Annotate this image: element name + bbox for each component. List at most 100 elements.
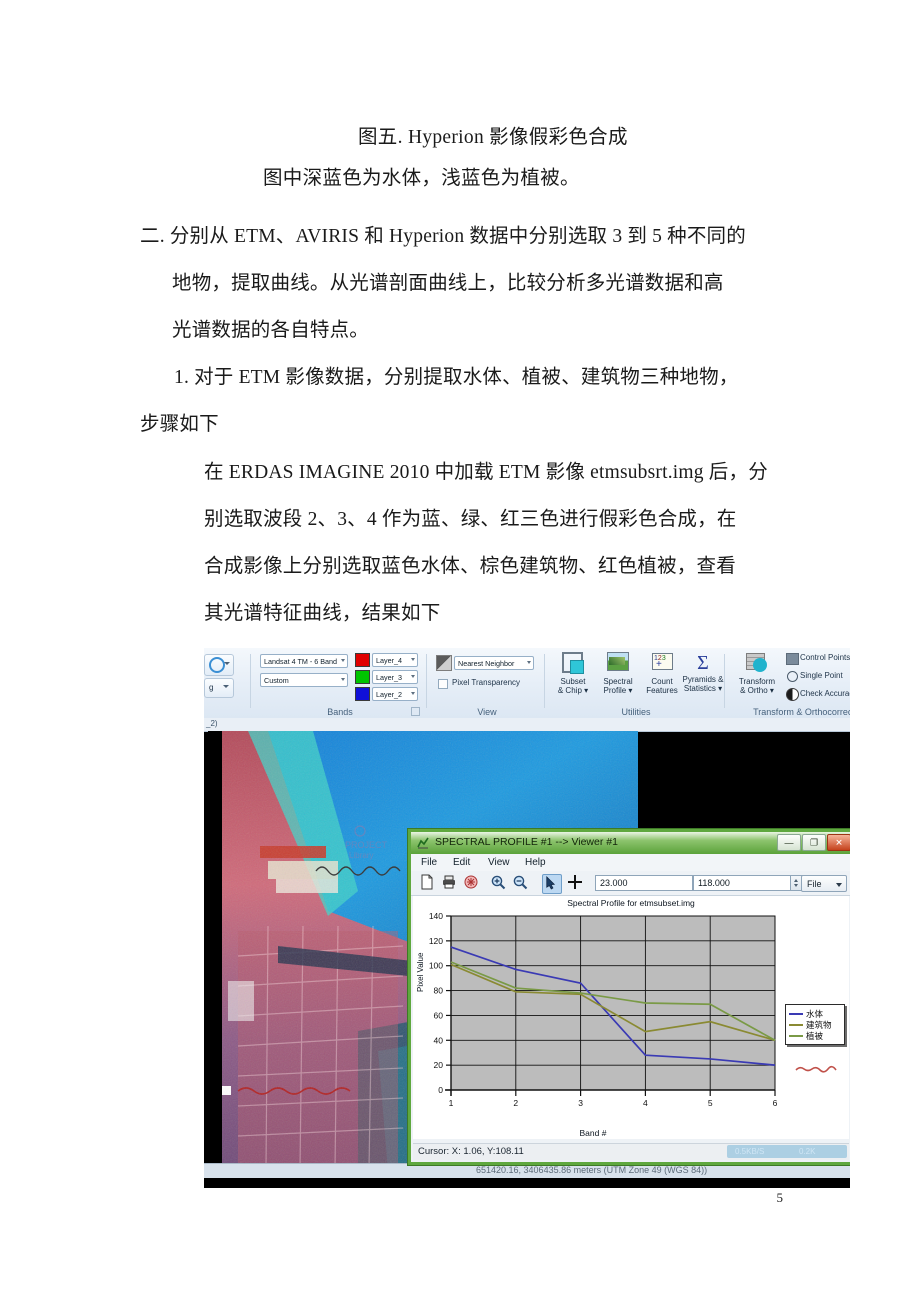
transform-and-ortho-button[interactable]: Transform & Ortho ▾: [732, 652, 782, 695]
check-accuracy-icon: [786, 688, 799, 701]
minimize-icon: —: [784, 837, 794, 847]
ribbon-group-bands: Landsat 4 TM - 6 Band Custom Layer_4 Lay…: [256, 648, 424, 718]
palette-icon[interactable]: [463, 874, 481, 892]
viewer-tab-label: _2): [206, 719, 218, 728]
chevron-down-icon: [527, 661, 531, 664]
svg-text:100: 100: [429, 961, 443, 971]
system-tray-overlay: 0.5KB/S 0.2K: [727, 1145, 847, 1158]
ribbon-toolbar: g Landsat 4 TM - 6 Band Custom Layer_4 L…: [204, 648, 850, 719]
spectral-profile-menu-bar[interactable]: File Edit View Help: [411, 854, 850, 872]
menu-view[interactable]: View: [488, 857, 510, 868]
pixel-transparency-checkbox[interactable]: [438, 679, 448, 689]
svg-text:6: 6: [773, 1098, 778, 1108]
count-features-button[interactable]: 123 + Count Features: [642, 652, 682, 695]
layer-combo-2-value: Layer_2: [376, 690, 402, 699]
layer-combo-4-value: Layer_4: [376, 656, 402, 665]
crosshair-icon[interactable]: [567, 874, 585, 892]
chevron-down-icon: [411, 692, 415, 695]
svg-text:120: 120: [429, 936, 443, 946]
minimize-button[interactable]: —: [777, 834, 801, 851]
layer-combo-3[interactable]: Layer_3: [372, 670, 418, 684]
pixel-transparency-label: Pixel Transparency: [452, 678, 521, 687]
svg-text:4: 4: [643, 1098, 648, 1108]
file-dropdown[interactable]: File: [801, 875, 847, 892]
band-color-swatch-red[interactable]: [355, 653, 370, 667]
paragraph-line-0: 二. 分别从 ETM、AVIRIS 和 Hyperion 数据中分别选取 3 到…: [140, 226, 746, 247]
x-value-field[interactable]: 23.000: [595, 875, 705, 891]
print-icon[interactable]: [441, 874, 459, 892]
control-points-icon: [786, 653, 799, 665]
close-button[interactable]: ✕: [827, 834, 850, 851]
pyramids-and-statistics-button[interactable]: Σ Pyramids & Statistics ▾: [682, 652, 724, 693]
spectral-profile-window[interactable]: SPECTRAL PROFILE #1 --> Viewer #1 — ❐ ✕ …: [408, 829, 850, 1165]
image-squiggle-overlay: [795, 1065, 837, 1073]
arrow-select-icon[interactable]: [542, 874, 562, 894]
chevron-down-icon: [411, 675, 415, 678]
maximize-button[interactable]: ❐: [802, 834, 826, 851]
paragraph-line-5: 在 ERDAS IMAGINE 2010 中加载 ETM 影像 etmsubsr…: [204, 462, 768, 483]
sensor-combo-value: Landsat 4 TM - 6 Band: [264, 657, 337, 666]
spectral-profile-toolbar[interactable]: 23.000 118.000 File: [411, 871, 850, 896]
paragraph-line-1: 地物，提取曲线。从光谱剖面曲线上，比较分析多光谱数据和高: [172, 273, 724, 294]
zoom-out-icon[interactable]: [512, 874, 530, 892]
legend-swatch-1: [789, 1023, 803, 1026]
ribbon-group-view: Nearest Neighbor Pixel Transparency View: [432, 648, 542, 718]
chart-title: Spectral Profile for etmsubset.img: [567, 898, 695, 908]
secondary-tool-button[interactable]: g: [204, 678, 234, 698]
menu-edit[interactable]: Edit: [453, 857, 470, 868]
ribbon-group-title-transform: Transform & Orthocorrect: [753, 707, 850, 717]
paragraph-line-3: 1. 对于 ETM 影像数据，分别提取水体、植被、建筑物三种地物，: [174, 367, 739, 388]
chevron-down-icon: [341, 678, 345, 681]
bands-dialog-launcher-icon[interactable]: [411, 707, 420, 716]
paragraph-line-8: 其光谱特征曲线，结果如下: [204, 603, 441, 624]
legend-item-1: 建筑物: [788, 1019, 842, 1030]
single-point-icon: [787, 671, 798, 682]
layer-combo-2[interactable]: Layer_2: [372, 687, 418, 701]
tray-download-text: 0.5KB/S: [735, 1147, 765, 1156]
ribbon-group-clipped-left: g: [204, 648, 244, 718]
y-value-field[interactable]: 118.000: [693, 875, 803, 891]
coordinate-status-text: 651420.16, 3406435.86 meters (UTM Zone 4…: [476, 1165, 708, 1175]
viewer-tab-bar[interactable]: _2): [204, 718, 850, 732]
window-controls[interactable]: — ❐ ✕: [777, 834, 850, 851]
resample-icon: [436, 655, 452, 671]
paragraph-line-2: 光谱数据的各自特点。: [172, 320, 370, 341]
maximize-icon: ❐: [809, 837, 819, 847]
ribbon-group-title-view: View: [477, 707, 497, 717]
new-file-icon[interactable]: [419, 874, 437, 892]
layer-combo-3-value: Layer_3: [376, 673, 402, 682]
band-color-swatch-blue[interactable]: [355, 687, 370, 701]
resample-combo[interactable]: Nearest Neighbor: [454, 656, 534, 670]
check-accuracy-label[interactable]: Check Accuracy: [800, 689, 850, 698]
zoom-in-icon[interactable]: [490, 874, 508, 892]
figure-caption-2: 图中深蓝色为水体，浅蓝色为植被。: [263, 168, 580, 189]
paragraph-line-6: 别选取波段 2、3、4 作为蓝、绿、红三色进行假彩色合成，在: [204, 509, 737, 530]
circle-tool-button[interactable]: [204, 654, 234, 676]
svg-text:60: 60: [434, 1010, 444, 1020]
menu-help[interactable]: Help: [525, 857, 546, 868]
erdas-screenshot: g Landsat 4 TM - 6 Band Custom Layer_4 L…: [204, 648, 850, 1188]
spectral-profile-title-bar[interactable]: SPECTRAL PROFILE #1 --> Viewer #1 — ❐ ✕: [411, 832, 850, 854]
single-point-label[interactable]: Single Point: [800, 671, 843, 680]
legend-item-0: 水体: [788, 1008, 842, 1019]
layer-combo-4[interactable]: Layer_4: [372, 653, 418, 667]
paragraph-line-4: 步骤如下: [140, 414, 219, 435]
band-color-swatch-green[interactable]: [355, 670, 370, 684]
control-points-label[interactable]: Control Points: [800, 653, 850, 662]
spectral-profile-title-text: SPECTRAL PROFILE #1 --> Viewer #1: [435, 836, 618, 848]
figure-caption-1: 图五. Hyperion 影像假彩色合成: [358, 127, 628, 148]
spectral-profile-chart: Spectral Profile for etmsubset.img Pixel…: [413, 896, 849, 1139]
menu-file[interactable]: File: [421, 857, 437, 868]
preset-combo[interactable]: Custom: [260, 673, 348, 687]
resample-combo-value: Nearest Neighbor: [458, 659, 515, 668]
subset-and-chip-button[interactable]: Subset & Chip ▾: [552, 652, 594, 695]
svg-text:20: 20: [434, 1060, 444, 1070]
svg-text:40: 40: [434, 1035, 444, 1045]
paragraph-line-7: 合成影像上分别选取蓝色水体、棕色建筑物、红色植被，查看: [204, 556, 736, 577]
spectral-profile-button[interactable]: Spectral Profile ▾: [596, 652, 640, 695]
x-value-text: 23.000: [600, 878, 628, 888]
chevron-down-icon: [341, 659, 345, 662]
page-number: 5: [776, 1190, 784, 1205]
sensor-combo[interactable]: Landsat 4 TM - 6 Band: [260, 654, 348, 668]
file-dropdown-value: File: [807, 879, 822, 889]
